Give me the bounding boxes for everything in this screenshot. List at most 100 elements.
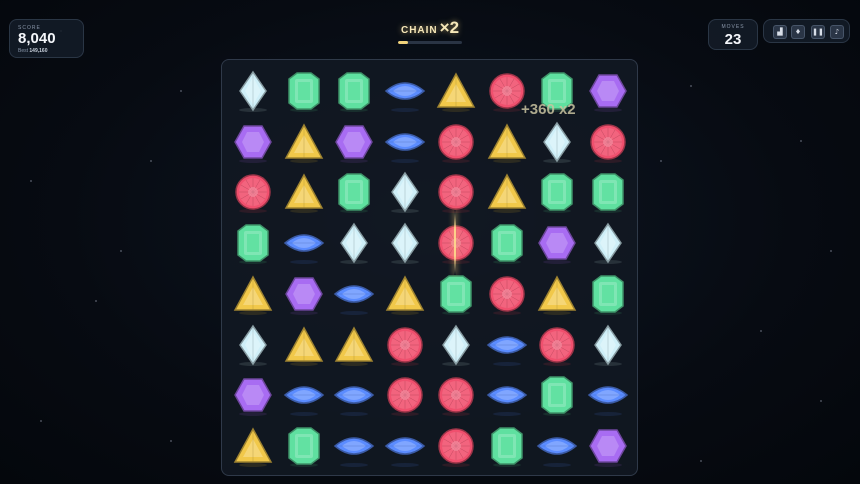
chain-progress-bar [398, 41, 462, 44]
board-cell[interactable] [279, 66, 329, 116]
diamond-gem-icon [380, 218, 430, 268]
board-cell[interactable] [228, 218, 278, 268]
gems-button[interactable]: ♦ [791, 25, 805, 39]
board-cell[interactable] [583, 66, 633, 116]
board-cell[interactable] [279, 421, 329, 471]
ruby-gem-icon [532, 320, 582, 370]
sapphire-gem-icon [532, 421, 582, 471]
board-cell[interactable] [532, 320, 582, 370]
board-cell[interactable] [482, 218, 532, 268]
board-cell[interactable] [329, 167, 379, 217]
board-cell[interactable] [431, 320, 481, 370]
board-cell[interactable] [532, 370, 582, 420]
sapphire-gem-icon [279, 218, 329, 268]
topaz-gem-icon [228, 421, 278, 471]
board-cell[interactable] [279, 117, 329, 167]
board-cell[interactable] [380, 117, 430, 167]
board-cell[interactable] [228, 421, 278, 471]
board-cell[interactable] [380, 421, 430, 471]
board-cell[interactable] [279, 320, 329, 370]
sapphire-gem-icon [329, 269, 379, 319]
emerald-gem-icon [329, 66, 379, 116]
board-cell[interactable] [329, 320, 379, 370]
board-cell[interactable] [583, 370, 633, 420]
board-cell[interactable] [532, 269, 582, 319]
chain-multiplier: ×2 [439, 18, 460, 37]
emerald-gem-icon [482, 421, 532, 471]
board-cell[interactable] [532, 167, 582, 217]
bar-chart-icon: ▟ [777, 28, 783, 36]
board-cell[interactable] [532, 117, 582, 167]
board-cell[interactable] [380, 167, 430, 217]
board-cell[interactable] [329, 117, 379, 167]
ruby-gem-icon [431, 421, 481, 471]
topaz-gem-icon [482, 167, 532, 217]
board-cell[interactable] [279, 218, 329, 268]
board-cell[interactable] [279, 269, 329, 319]
board-cell[interactable] [482, 117, 532, 167]
board-cell[interactable] [279, 370, 329, 420]
board-cell[interactable] [380, 218, 430, 268]
pause-button[interactable]: ❚❚ [811, 25, 825, 39]
music-button[interactable]: ♪ [830, 25, 844, 39]
sapphire-gem-icon [380, 117, 430, 167]
music-note-icon: ♪ [834, 28, 840, 36]
board-cell[interactable] [431, 421, 481, 471]
board-cell[interactable] [329, 66, 379, 116]
board-cell[interactable] [329, 370, 379, 420]
board-cell[interactable] [431, 117, 481, 167]
board-cell[interactable] [583, 117, 633, 167]
board-cell[interactable] [482, 370, 532, 420]
board-cell[interactable] [583, 320, 633, 370]
best-value: 149,160 [29, 48, 48, 54]
star [30, 180, 32, 182]
board-cell[interactable] [329, 421, 379, 471]
board-cell[interactable] [228, 117, 278, 167]
board-cell[interactable] [228, 66, 278, 116]
star [180, 90, 182, 92]
diamond-gem-icon [329, 218, 379, 268]
board-cell[interactable] [532, 218, 582, 268]
sapphire-gem-icon [380, 421, 430, 471]
board-cell[interactable] [228, 269, 278, 319]
ruby-gem-icon [228, 167, 278, 217]
board-cell[interactable] [482, 421, 532, 471]
emerald-gem-icon [532, 167, 582, 217]
sapphire-gem-icon [380, 66, 430, 116]
board-cell[interactable] [380, 320, 430, 370]
board-cell[interactable] [431, 269, 481, 319]
board-cell[interactable] [228, 167, 278, 217]
board-cell[interactable] [329, 269, 379, 319]
score-panel: SCORE 8,040 Best 149,160 [9, 19, 84, 58]
board-cell[interactable] [482, 320, 532, 370]
star [170, 440, 172, 442]
topaz-gem-icon [279, 117, 329, 167]
board-cell[interactable] [431, 66, 481, 116]
board-cell[interactable] [431, 370, 481, 420]
stats-button[interactable]: ▟ [773, 25, 787, 39]
board-cell[interactable] [329, 218, 379, 268]
board-cell[interactable] [380, 66, 430, 116]
score-popup: +360 x2 [521, 101, 576, 118]
board-cell[interactable] [380, 370, 430, 420]
topaz-gem-icon [431, 66, 481, 116]
star [95, 300, 97, 302]
board-cell[interactable] [482, 167, 532, 217]
board-cell[interactable] [482, 269, 532, 319]
board-cell[interactable] [583, 218, 633, 268]
board-cell[interactable] [583, 269, 633, 319]
board-cell[interactable] [279, 167, 329, 217]
board-cell[interactable] [228, 320, 278, 370]
ruby-gem-icon [380, 370, 430, 420]
board-cell[interactable] [380, 269, 430, 319]
board-cell[interactable] [583, 421, 633, 471]
board-cell[interactable] [532, 421, 582, 471]
sapphire-gem-icon [583, 370, 633, 420]
moves-value: 23 [724, 31, 742, 48]
ruby-gem-icon [431, 370, 481, 420]
board-cell[interactable] [228, 370, 278, 420]
board-cell[interactable] [583, 167, 633, 217]
emerald-gem-icon [329, 167, 379, 217]
sapphire-gem-icon [329, 370, 379, 420]
topaz-gem-icon [482, 117, 532, 167]
